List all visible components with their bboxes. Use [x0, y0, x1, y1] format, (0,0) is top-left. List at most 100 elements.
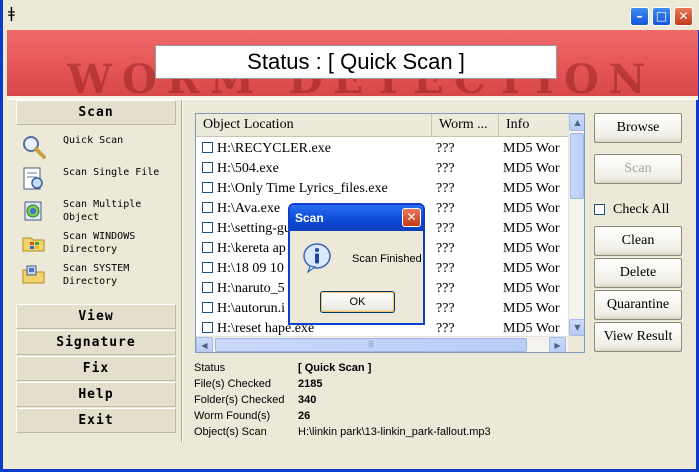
list-header: Object Location Worm ... Info: [196, 114, 568, 137]
close-button[interactable]: ✕: [674, 7, 693, 26]
row-checkbox[interactable]: [202, 282, 213, 293]
cell-worm: ???: [436, 261, 455, 276]
sidebar-item-label: Scan WINDOWS Directory: [63, 231, 136, 255]
folders-checked-label: Folder(s) Checked: [194, 394, 285, 406]
cell-object-location: H:\Only Time Lyrics_files.exe: [217, 181, 388, 196]
status-label: Status: [194, 362, 226, 374]
main-window: ǂ – □ ✕ WORM DETECTION Status : [ Quick …: [0, 0, 699, 472]
cell-info: MD5 Wor: [503, 201, 560, 216]
row-checkbox[interactable]: [202, 322, 213, 333]
scan-multiple-icon: [21, 198, 47, 224]
row-checkbox[interactable]: [202, 182, 213, 193]
info-row-files: File(s) Checked 2185: [194, 376, 674, 392]
browse-button[interactable]: Browse: [594, 113, 682, 143]
status-value: [ Quick Scan ]: [298, 362, 372, 374]
table-row[interactable]: H:\RECYCLER.exe??? MD5 Wor: [196, 139, 568, 159]
quarantine-button[interactable]: Quarantine: [594, 290, 682, 320]
sidebar-item-scan-system-directory[interactable]: Scan SYSTEM Directory: [21, 262, 176, 292]
sidebar-header-scan[interactable]: Scan: [16, 100, 176, 125]
row-checkbox[interactable]: [202, 162, 213, 173]
table-row[interactable]: H:\504.exe??? MD5 Wor: [196, 159, 568, 179]
panel-divider: [181, 100, 183, 442]
ok-button[interactable]: OK: [320, 291, 395, 313]
sidebar: Scan Quick Scan Scan Single File Scan Mu…: [13, 100, 178, 440]
system-folder-icon: [21, 262, 47, 288]
cell-worm: ???: [436, 141, 455, 156]
vertical-scrollbar[interactable]: ▲ ▼: [568, 114, 584, 336]
sidebar-menu-help[interactable]: Help: [16, 382, 176, 407]
sidebar-item-scan-single-file[interactable]: Scan Single File: [21, 166, 176, 196]
header-banner: WORM DETECTION Status : [ Quick Scan ]: [7, 30, 698, 96]
title-bar[interactable]: ǂ – □ ✕: [3, 0, 699, 30]
windows-folder-icon: [21, 230, 47, 256]
object-scan-label: Object(s) Scan: [194, 426, 267, 438]
maximize-button[interactable]: □: [652, 7, 671, 26]
check-all-checkbox[interactable]: Check All: [594, 201, 689, 219]
object-scan-value: H:\linkin park\13-linkin_park-fallout.mp…: [298, 426, 491, 438]
scan-info-panel: Status [ Quick Scan ] File(s) Checked 2185…: [194, 360, 674, 440]
cell-info: MD5 Wor: [503, 281, 560, 296]
info-icon: [302, 242, 334, 274]
sidebar-item-label: Quick Scan: [63, 135, 124, 146]
table-row[interactable]: H:\Only Time Lyrics_files.exe??? MD5 Wor: [196, 179, 568, 199]
scroll-up-icon[interactable]: ▲: [569, 114, 584, 131]
row-checkbox[interactable]: [202, 262, 213, 273]
view-result-button[interactable]: View Result: [594, 322, 682, 352]
cell-info: MD5 Wor: [503, 241, 560, 256]
cell-info: MD5 Wor: [503, 161, 560, 176]
files-checked-value: 2185: [298, 378, 323, 390]
horizontal-scroll-thumb[interactable]: |||: [215, 338, 527, 352]
sidebar-item-label: Scan Multiple Object: [63, 199, 142, 223]
cell-worm: ???: [436, 181, 455, 196]
worms-found-value: 26: [298, 410, 311, 422]
status-title: Status : [ Quick Scan ]: [155, 45, 557, 79]
cell-worm: ???: [436, 161, 455, 176]
row-checkbox[interactable]: [202, 222, 213, 233]
scan-finished-dialog: Scan ✕ Scan Finished OK: [288, 203, 425, 325]
minimize-button[interactable]: –: [630, 7, 649, 26]
sidebar-item-quick-scan[interactable]: Quick Scan: [21, 134, 176, 164]
dialog-title: Scan: [295, 211, 324, 225]
check-all-label: Check All: [613, 202, 670, 217]
clean-button[interactable]: Clean: [594, 226, 682, 256]
cell-worm: ???: [436, 221, 455, 236]
column-header-object-location[interactable]: Object Location: [196, 114, 432, 136]
scroll-left-icon[interactable]: ◀: [196, 337, 213, 352]
scan-button[interactable]: Scan: [594, 154, 682, 184]
folders-checked-value: 340: [298, 394, 317, 406]
cell-object-location: H:\RECYCLER.exe: [217, 141, 331, 156]
cell-info: MD5 Wor: [503, 261, 560, 276]
scroll-corner: [568, 336, 584, 352]
cell-info: MD5 Wor: [503, 141, 560, 156]
info-row-worms: Worm Found(s) 26: [194, 408, 674, 424]
column-header-worm[interactable]: Worm ...: [432, 114, 499, 136]
cell-info: MD5 Wor: [503, 181, 560, 196]
worm-app-icon[interactable]: ǂ: [8, 4, 26, 22]
row-checkbox[interactable]: [202, 202, 213, 213]
sidebar-menu-fix[interactable]: Fix: [16, 356, 176, 381]
files-checked-label: File(s) Checked: [194, 378, 272, 390]
sidebar-menu-view[interactable]: View: [16, 304, 176, 329]
sidebar-item-scan-windows-directory[interactable]: Scan WINDOWS Directory: [21, 230, 176, 260]
info-row-status: Status [ Quick Scan ]: [194, 360, 674, 376]
row-checkbox[interactable]: [202, 302, 213, 313]
sidebar-menu-exit[interactable]: Exit: [16, 408, 176, 433]
cell-info: MD5 Wor: [503, 221, 560, 236]
row-checkbox[interactable]: [202, 242, 213, 253]
vertical-scroll-thumb[interactable]: [570, 133, 584, 199]
cell-worm: ???: [436, 241, 455, 256]
dialog-close-icon[interactable]: ✕: [402, 208, 421, 227]
column-header-info[interactable]: Info: [499, 114, 568, 136]
row-checkbox[interactable]: [202, 142, 213, 153]
scroll-right-icon[interactable]: ▶: [549, 337, 566, 352]
check-all-box[interactable]: [594, 204, 605, 215]
info-row-object: Object(s) Scan H:\linkin park\13-linkin_p…: [194, 424, 674, 440]
magnifier-icon: [21, 134, 47, 160]
sidebar-item-scan-multiple-object[interactable]: Scan Multiple Object: [21, 198, 176, 228]
delete-button[interactable]: Delete: [594, 258, 682, 288]
horizontal-scrollbar[interactable]: ◀ ||| ▶: [196, 336, 568, 352]
scroll-down-icon[interactable]: ▼: [569, 319, 584, 336]
sidebar-item-label: Scan SYSTEM Directory: [63, 263, 130, 287]
sidebar-menu-signature[interactable]: Signature: [16, 330, 176, 355]
scan-file-icon: [21, 166, 47, 192]
